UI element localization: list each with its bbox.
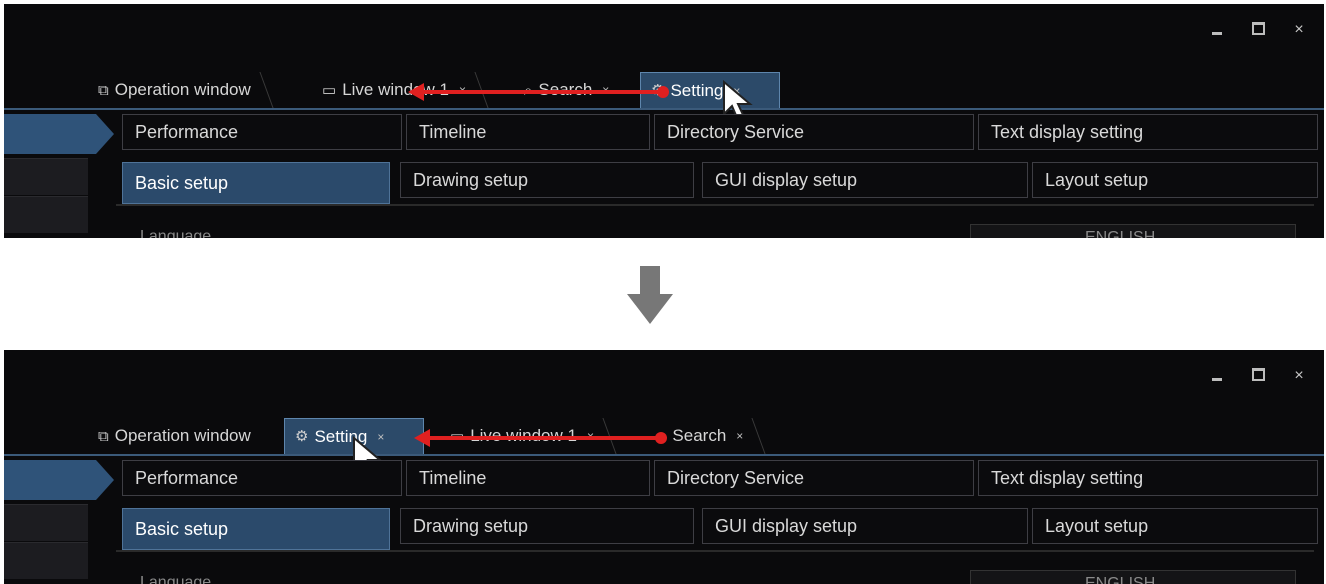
category-row: Performance Timeline Directory Service T…: [4, 114, 1324, 154]
settings-window-after: × ⧉ Operation window ⚙ Setting × ▭ Live …: [4, 350, 1324, 584]
language-select[interactable]: ENGLISH: [970, 570, 1296, 584]
subtab-row: Basic setup Drawing setup GUI display se…: [4, 162, 1324, 204]
drag-direction-arrow: [414, 429, 667, 447]
language-select[interactable]: ENGLISH: [970, 224, 1296, 238]
subtab-basic-setup[interactable]: Basic setup: [122, 162, 390, 204]
category-timeline[interactable]: Timeline: [406, 114, 650, 150]
tab-bar-divider: [4, 108, 1324, 110]
down-arrow-icon: [627, 266, 673, 324]
content-divider: [116, 204, 1314, 206]
tab-label: Setting: [670, 80, 724, 100]
subtab-drawing-setup[interactable]: Drawing setup: [400, 508, 694, 544]
category-directory-service[interactable]: Directory Service: [654, 460, 974, 496]
side-nav-selected[interactable]: [4, 460, 114, 500]
tab-label: Operation window: [114, 426, 251, 445]
gear-icon: ⚙: [295, 428, 309, 445]
minimize-icon[interactable]: [1212, 368, 1226, 384]
content-divider: [116, 550, 1314, 552]
tab-operation-window[interactable]: ⧉ Operation window: [88, 418, 261, 454]
side-nav-selected[interactable]: [4, 114, 114, 154]
language-label: Language: [140, 574, 212, 584]
subtab-row: Basic setup Drawing setup GUI display se…: [4, 508, 1324, 550]
category-text-display-setting[interactable]: Text display setting: [978, 114, 1318, 150]
monitor-icon: ▭: [322, 81, 337, 99]
subtab-drawing-setup[interactable]: Drawing setup: [400, 162, 694, 198]
tab-operation-window[interactable]: ⧉ Operation window: [88, 72, 274, 108]
subtab-layout-setup[interactable]: Layout setup: [1032, 508, 1318, 544]
category-performance[interactable]: Performance: [122, 460, 402, 496]
drag-direction-arrow: [408, 83, 669, 101]
category-text-display-setting[interactable]: Text display setting: [978, 460, 1318, 496]
subtab-layout-setup[interactable]: Layout setup: [1032, 162, 1318, 198]
operation-window-icon: ⧉: [98, 427, 109, 445]
window-controls: ×: [1212, 22, 1306, 38]
close-icon[interactable]: ×: [1292, 368, 1306, 384]
category-row: Performance Timeline Directory Service T…: [4, 460, 1324, 500]
maximize-icon[interactable]: [1252, 368, 1266, 384]
subtab-gui-display-setup[interactable]: GUI display setup: [702, 508, 1028, 544]
tab-bar-divider: [4, 454, 1324, 456]
minimize-icon[interactable]: [1212, 22, 1226, 38]
close-icon[interactable]: ×: [1292, 22, 1306, 38]
category-directory-service[interactable]: Directory Service: [654, 114, 974, 150]
tab-close-icon[interactable]: ×: [736, 429, 743, 443]
window-controls: ×: [1212, 368, 1306, 384]
tab-label: Search: [672, 426, 727, 445]
subtab-basic-setup[interactable]: Basic setup: [122, 508, 390, 550]
language-label: Language: [140, 228, 212, 238]
maximize-icon[interactable]: [1252, 22, 1266, 38]
settings-window-before: × ⧉ Operation window ▭ Live window 1 × ⌕…: [4, 4, 1324, 238]
tab-label: Operation window: [114, 80, 251, 99]
subtab-gui-display-setup[interactable]: GUI display setup: [702, 162, 1028, 198]
operation-window-icon: ⧉: [98, 81, 109, 99]
category-timeline[interactable]: Timeline: [406, 460, 650, 496]
category-performance[interactable]: Performance: [122, 114, 402, 150]
